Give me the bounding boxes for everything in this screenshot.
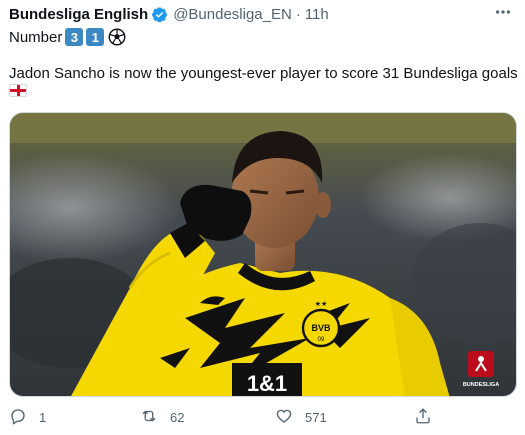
more-button[interactable]: [493, 4, 513, 24]
share-icon: [414, 407, 432, 428]
soccer-ball-icon: [108, 28, 126, 46]
tweet[interactable]: Bundesliga English @Bundesliga_EN · 11h …: [0, 0, 525, 435]
like-button[interactable]: 571: [275, 404, 327, 430]
reply-icon: [9, 407, 27, 428]
like-icon: [275, 407, 293, 428]
tweet-photo[interactable]: BVB 09 ★★ 1&1 BUNDESLIGA: [9, 112, 517, 397]
reply-button[interactable]: 1: [9, 404, 46, 430]
england-flag-icon: [9, 84, 27, 97]
crest-text: BVB: [311, 323, 331, 333]
author-handle[interactable]: @Bundesliga_EN: [173, 6, 292, 23]
separator-dot: ·: [295, 5, 301, 23]
tweet-body-text: Jadon Sancho is now the youngest-ever pl…: [9, 65, 518, 82]
keycap-1: 1: [86, 28, 105, 46]
svg-text:★★: ★★: [315, 300, 328, 308]
tweet-text-line1: Number 3 1: [9, 26, 126, 48]
retweet-icon: [140, 407, 158, 428]
sponsor-logo: 1&1: [247, 371, 287, 396]
retweet-count: 62: [170, 409, 185, 425]
number-label: Number: [9, 28, 63, 46]
more-icon: [494, 3, 512, 26]
crest-year: 09: [318, 337, 325, 343]
tweet-header: Bundesliga English @Bundesliga_EN · 11h: [9, 4, 329, 24]
watermark-text: BUNDESLIGA: [463, 382, 499, 388]
tweet-timestamp[interactable]: 11h: [305, 6, 329, 23]
like-count: 571: [305, 409, 327, 425]
reply-count: 1: [39, 409, 47, 425]
tweet-actions: 1 62 571: [0, 404, 525, 430]
verified-badge-icon: [151, 6, 168, 23]
keycap-3: 3: [65, 28, 84, 46]
author-name[interactable]: Bundesliga English: [9, 6, 148, 23]
share-button[interactable]: [414, 404, 432, 430]
bundesliga-watermark: BUNDESLIGA: [463, 351, 499, 388]
retweet-button[interactable]: 62: [140, 404, 184, 430]
